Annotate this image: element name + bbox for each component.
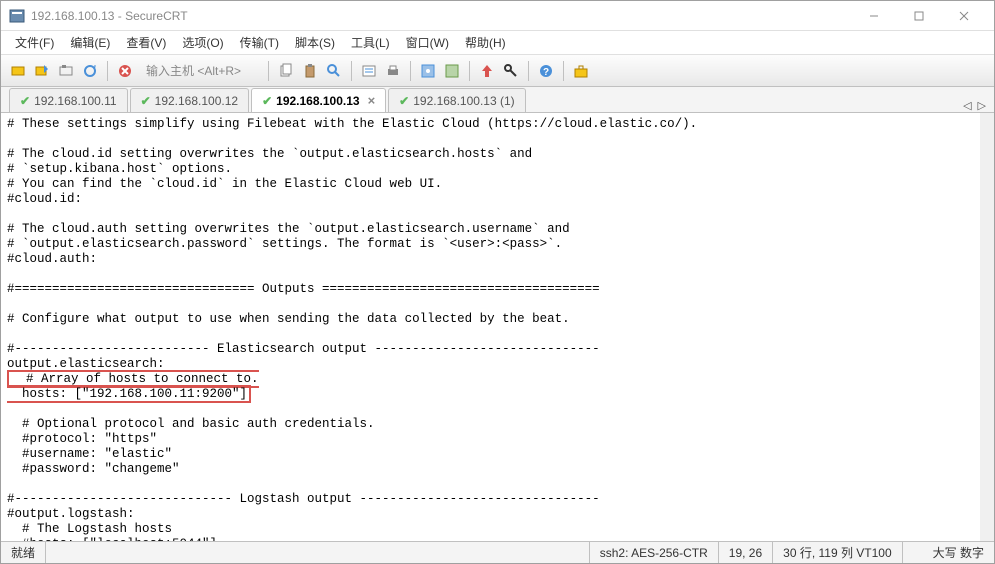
toolbar-separator	[107, 61, 108, 81]
status-size: 30 行, 119 列 VT100	[773, 542, 903, 563]
menu-tools[interactable]: 工具(L)	[345, 32, 396, 53]
toolbar-separator	[410, 61, 411, 81]
menu-window[interactable]: 窗口(W)	[400, 32, 455, 53]
tab-label: 192.168.100.13 (1)	[413, 94, 514, 108]
menu-file[interactable]: 文件(F)	[9, 32, 60, 53]
reconnect-icon[interactable]	[79, 60, 101, 82]
menu-edit[interactable]: 编辑(E)	[64, 32, 116, 53]
xmodem-icon[interactable]	[476, 60, 498, 82]
maximize-button[interactable]	[896, 2, 941, 30]
copy-icon[interactable]	[275, 60, 297, 82]
status-spacer	[46, 542, 590, 563]
tab-label: 192.168.100.13	[276, 94, 359, 108]
status-cursor-pos: 19, 26	[719, 542, 773, 563]
toolbar-separator	[563, 61, 564, 81]
window-controls	[851, 2, 986, 30]
check-icon: ✔	[20, 94, 30, 108]
menu-view[interactable]: 查看(V)	[120, 32, 172, 53]
connect-tab-icon[interactable]	[55, 60, 77, 82]
tab-label: 192.168.100.11	[34, 94, 117, 108]
toolbar-separator	[268, 61, 269, 81]
help-icon[interactable]: ?	[535, 60, 557, 82]
status-ready: 就绪	[1, 542, 46, 563]
menu-script[interactable]: 脚本(S)	[289, 32, 341, 53]
toolbar: 输入主机 <Alt+R> ?	[1, 55, 994, 87]
app-icon	[9, 8, 25, 24]
close-button[interactable]	[941, 2, 986, 30]
print-icon[interactable]	[382, 60, 404, 82]
highlighted-hosts: # Array of hosts to connect to. hosts: […	[7, 370, 259, 403]
tab-prev-icon[interactable]: ◁	[963, 99, 971, 112]
status-caps: 大写 数字	[923, 542, 994, 563]
menubar: 文件(F) 编辑(E) 查看(V) 选项(O) 传输(T) 脚本(S) 工具(L…	[1, 31, 994, 55]
terminal[interactable]: # These settings simplify using Filebeat…	[1, 113, 994, 541]
statusbar: 就绪 ssh2: AES-256-CTR 19, 26 30 行, 119 列 …	[1, 541, 994, 563]
options-icon[interactable]	[417, 60, 439, 82]
svg-text:?: ?	[543, 67, 549, 78]
minimize-button[interactable]	[851, 2, 896, 30]
paste-icon[interactable]	[299, 60, 321, 82]
session-options-icon[interactable]	[441, 60, 463, 82]
disconnect-icon[interactable]	[114, 60, 136, 82]
watermark	[903, 542, 923, 563]
tab-nav: ◁ ▷	[963, 99, 986, 112]
check-icon: ✔	[399, 94, 409, 108]
menu-help[interactable]: 帮助(H)	[459, 32, 512, 53]
tabbar: ✔ 192.168.100.11 ✔ 192.168.100.12 ✔ 192.168…	[1, 87, 994, 113]
tab-session-2[interactable]: ✔ 192.168.100.12	[130, 88, 249, 112]
tab-session-4[interactable]: ✔ 192.168.100.13 (1)	[388, 88, 525, 112]
toolbar-separator	[351, 61, 352, 81]
check-icon: ✔	[141, 94, 151, 108]
sftp-icon[interactable]	[570, 60, 592, 82]
tab-session-1[interactable]: ✔ 192.168.100.11	[9, 88, 128, 112]
connect-icon[interactable]	[7, 60, 29, 82]
menu-transfer[interactable]: 传输(T)	[234, 32, 285, 53]
tab-session-3[interactable]: ✔ 192.168.100.13 ×	[251, 88, 386, 112]
tab-next-icon[interactable]: ▷	[978, 99, 986, 112]
quick-connect-icon[interactable]	[31, 60, 53, 82]
check-icon: ✔	[262, 94, 272, 108]
key-icon[interactable]	[500, 60, 522, 82]
find-icon[interactable]	[323, 60, 345, 82]
window-title: 192.168.100.13 - SecureCRT	[31, 9, 851, 23]
titlebar: 192.168.100.13 - SecureCRT	[1, 1, 994, 31]
properties-icon[interactable]	[358, 60, 380, 82]
status-connection: ssh2: AES-256-CTR	[590, 542, 719, 563]
close-icon[interactable]: ×	[368, 93, 376, 108]
toolbar-separator	[528, 61, 529, 81]
menu-options[interactable]: 选项(O)	[176, 32, 229, 53]
tab-label: 192.168.100.12	[155, 94, 238, 108]
host-input[interactable]: 输入主机 <Alt+R>	[142, 60, 262, 81]
toolbar-separator	[469, 61, 470, 81]
